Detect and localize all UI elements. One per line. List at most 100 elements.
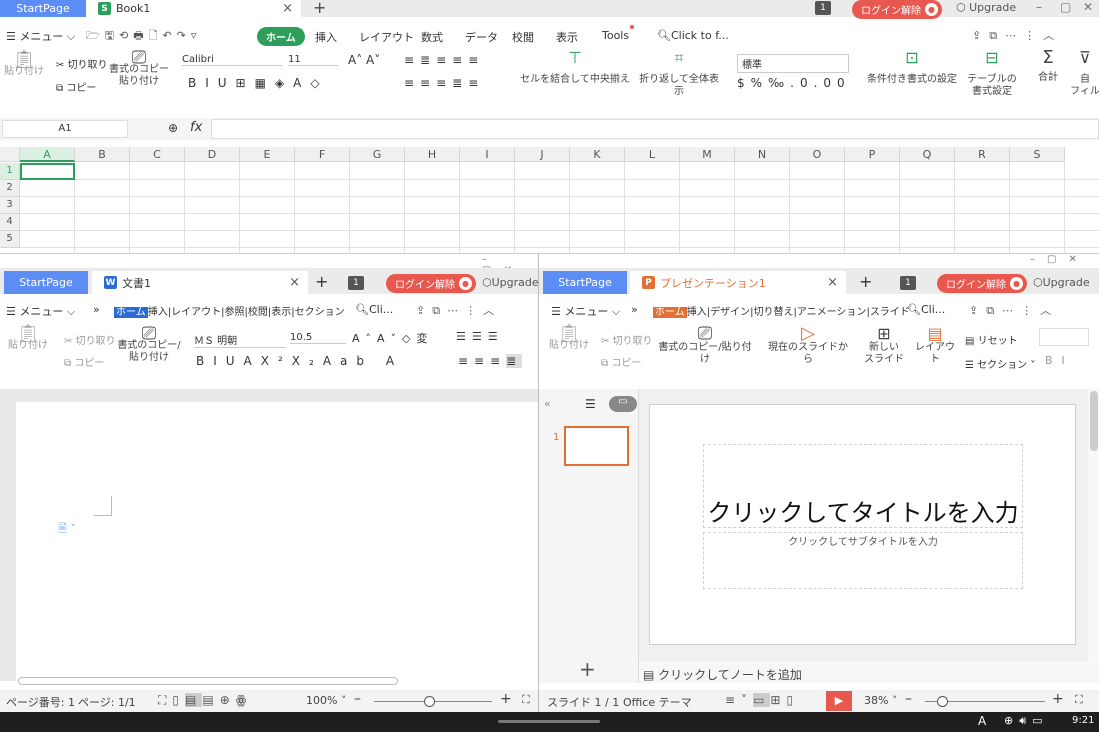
sum-button[interactable]: Σ 合計 bbox=[1030, 49, 1066, 84]
copy-button[interactable]: ⧉ コピー bbox=[601, 354, 641, 369]
menu-button[interactable]: ☰ メニュー ⌵ bbox=[6, 303, 75, 319]
font-input[interactable] bbox=[1039, 328, 1089, 346]
menu-tools[interactable]: Tools bbox=[602, 29, 629, 42]
fit-icon[interactable]: ⛶ bbox=[1075, 693, 1083, 707]
column-header-n[interactable]: N bbox=[735, 147, 790, 162]
paste-options-icon[interactable]: 🗎 ˅ bbox=[58, 520, 76, 539]
more-icon[interactable]: » bbox=[631, 303, 638, 316]
paste-button[interactable]: 📋︎ 貼り付け bbox=[6, 325, 50, 352]
column-header-h[interactable]: H bbox=[405, 147, 460, 162]
new-tab-button[interactable]: + bbox=[315, 272, 328, 291]
slide-thumbnail[interactable] bbox=[564, 426, 629, 466]
font-select[interactable]: ＭＳ 明朝 bbox=[194, 332, 286, 348]
ime-indicator[interactable]: A bbox=[978, 714, 986, 728]
excel-doc-tab[interactable]: S Book1 × bbox=[86, 0, 301, 17]
tray-icons[interactable]: ⊕🔊︎▭ bbox=[1004, 714, 1049, 728]
menu-home[interactable]: ホーム bbox=[257, 27, 305, 46]
collapse-panel-icon[interactable]: « bbox=[544, 397, 551, 410]
zoom-slider[interactable] bbox=[374, 696, 492, 707]
restore-button[interactable]: ▢ bbox=[1060, 0, 1071, 14]
zoom-slider[interactable] bbox=[925, 696, 1045, 707]
column-header-d[interactable]: D bbox=[185, 147, 240, 162]
menu-review[interactable]: 校閲 bbox=[512, 29, 534, 45]
row-header-1[interactable]: 1 bbox=[0, 163, 20, 180]
zoom-in-button[interactable]: + bbox=[500, 691, 512, 707]
font-style-icons[interactable]: BIU⊞▦◈A◇ bbox=[188, 76, 329, 90]
view-mode-icons[interactable]: ⛶▯▤▤⊕ꙮ bbox=[158, 693, 252, 708]
menu-insert[interactable]: 挿入 bbox=[315, 29, 337, 45]
menu-home[interactable]: ホーム bbox=[114, 307, 148, 318]
section-button[interactable]: ☰ セクション ˅ bbox=[965, 356, 1035, 371]
minimize-button[interactable]: – bbox=[1036, 0, 1042, 14]
slideshow-button[interactable]: ▶ bbox=[826, 691, 852, 711]
share-icons[interactable]: ⇪⧉⋯⋮︿ bbox=[969, 302, 1059, 318]
menu-layout[interactable]: レイアウト bbox=[171, 307, 221, 318]
align-icons[interactable]: ≡≡≡≣ bbox=[458, 354, 523, 368]
search-box[interactable]: 🔍︎Cli... bbox=[907, 303, 945, 316]
row-header-3[interactable]: 3 bbox=[0, 197, 20, 214]
zoom-level[interactable]: 38% ˅ bbox=[864, 694, 897, 707]
menu-section[interactable]: セクション bbox=[295, 307, 345, 318]
menu-button[interactable]: ☰ メニュー ⌵ bbox=[6, 28, 75, 44]
menu-insert[interactable]: 挿入 bbox=[687, 307, 707, 318]
notes-area[interactable]: ▤ クリックしてノートを追加 bbox=[639, 661, 1099, 683]
wrap-text-button[interactable]: ⌗ 折り返して全体表示 bbox=[636, 50, 722, 98]
upgrade-button[interactable]: ⬡ Upgrade bbox=[956, 1, 1016, 14]
row-header-2[interactable]: 2 bbox=[0, 180, 20, 197]
column-header-m[interactable]: M bbox=[680, 147, 735, 162]
menu-view[interactable]: 表示 bbox=[556, 29, 578, 45]
format-painter-button[interactable]: ⎚ 書式のコピー/貼り付け bbox=[116, 325, 182, 364]
column-header-q[interactable]: Q bbox=[900, 147, 955, 162]
font-grow-shrink-icons[interactable]: A˄ A˅ bbox=[348, 53, 380, 67]
outline-view-icon[interactable]: ☰ bbox=[585, 397, 596, 411]
login-button[interactable]: ログイン解除 ● bbox=[937, 274, 1027, 293]
column-header-o[interactable]: O bbox=[790, 147, 845, 162]
column-header-a[interactable]: A bbox=[20, 147, 75, 162]
subtitle-placeholder-box[interactable]: クリックしてサブタイトルを入力 bbox=[703, 532, 1023, 589]
copy-button[interactable]: ⧉ コピー bbox=[64, 354, 104, 369]
quick-access-icons[interactable]: 🗁🖫⟲🖶🗋↶↷▿ bbox=[86, 27, 201, 46]
writer-start-tab[interactable]: StartPage bbox=[4, 271, 88, 294]
impress-start-tab[interactable]: StartPage bbox=[543, 271, 627, 294]
font-tool-icons[interactable]: A˄A˅◇変 bbox=[352, 330, 434, 346]
number-format-select[interactable]: 標準 bbox=[737, 54, 849, 73]
column-header-i[interactable]: I bbox=[460, 147, 515, 162]
column-header-p[interactable]: P bbox=[845, 147, 900, 162]
column-header-f[interactable]: F bbox=[295, 147, 350, 162]
filter-button[interactable]: ⊽ 自フィル bbox=[1070, 50, 1099, 98]
add-slide-button[interactable]: + bbox=[579, 657, 596, 681]
cut-button[interactable]: ✂ 切り取り bbox=[64, 332, 116, 347]
menu-formulas[interactable]: 数式 bbox=[421, 29, 443, 45]
column-header-c[interactable]: C bbox=[130, 147, 185, 162]
select-all-corner[interactable] bbox=[0, 147, 20, 162]
table-format-button[interactable]: ⊟ テーブルの 書式設定 bbox=[964, 50, 1020, 98]
excel-start-tab[interactable]: StartPage bbox=[0, 0, 86, 17]
upgrade-button[interactable]: ⬡Upgrade bbox=[1033, 276, 1090, 289]
close-tab-icon[interactable]: × bbox=[289, 275, 300, 290]
menu-slide[interactable]: スライド bbox=[870, 307, 910, 318]
column-header-r[interactable]: R bbox=[955, 147, 1010, 162]
title-placeholder-box[interactable]: クリックしてタイトルを入力 bbox=[703, 444, 1023, 528]
column-header-k[interactable]: K bbox=[570, 147, 625, 162]
menu-view[interactable]: 表示 bbox=[271, 307, 291, 318]
menu-insert[interactable]: 挿入 bbox=[148, 307, 168, 318]
paste-button[interactable]: 📋︎ 貼り付け bbox=[4, 51, 44, 78]
share-icons[interactable]: ⇪⧉⋯⋮︿ bbox=[972, 27, 1062, 43]
search-box[interactable]: 🔍︎Cli... bbox=[355, 303, 393, 316]
number-format-icons[interactable]: $%‰.0.00 bbox=[737, 76, 851, 90]
column-header-e[interactable]: E bbox=[240, 147, 295, 162]
zoom-in-button[interactable]: + bbox=[1052, 691, 1064, 707]
fx-label[interactable]: fx bbox=[190, 120, 202, 135]
format-painter-button[interactable]: ⎚ 書式のコピー/貼り付け bbox=[657, 325, 753, 366]
window-count-badge[interactable]: 1 bbox=[900, 276, 916, 290]
impress-doc-tab[interactable]: P プレゼンテーション1 × bbox=[630, 271, 846, 294]
menu-animation[interactable]: アニメーション bbox=[797, 307, 867, 318]
menu-home[interactable]: ホーム bbox=[653, 307, 687, 318]
close-tab-icon[interactable]: × bbox=[282, 1, 293, 16]
menu-review[interactable]: 校閲 bbox=[248, 307, 268, 318]
menu-transitions[interactable]: 切り替え bbox=[753, 307, 793, 318]
name-box[interactable]: A1 bbox=[2, 120, 128, 138]
new-tab-button[interactable]: + bbox=[859, 272, 872, 291]
row-header-4[interactable]: 4 bbox=[0, 214, 20, 231]
zoom-out-button[interactable]: – bbox=[354, 691, 361, 707]
